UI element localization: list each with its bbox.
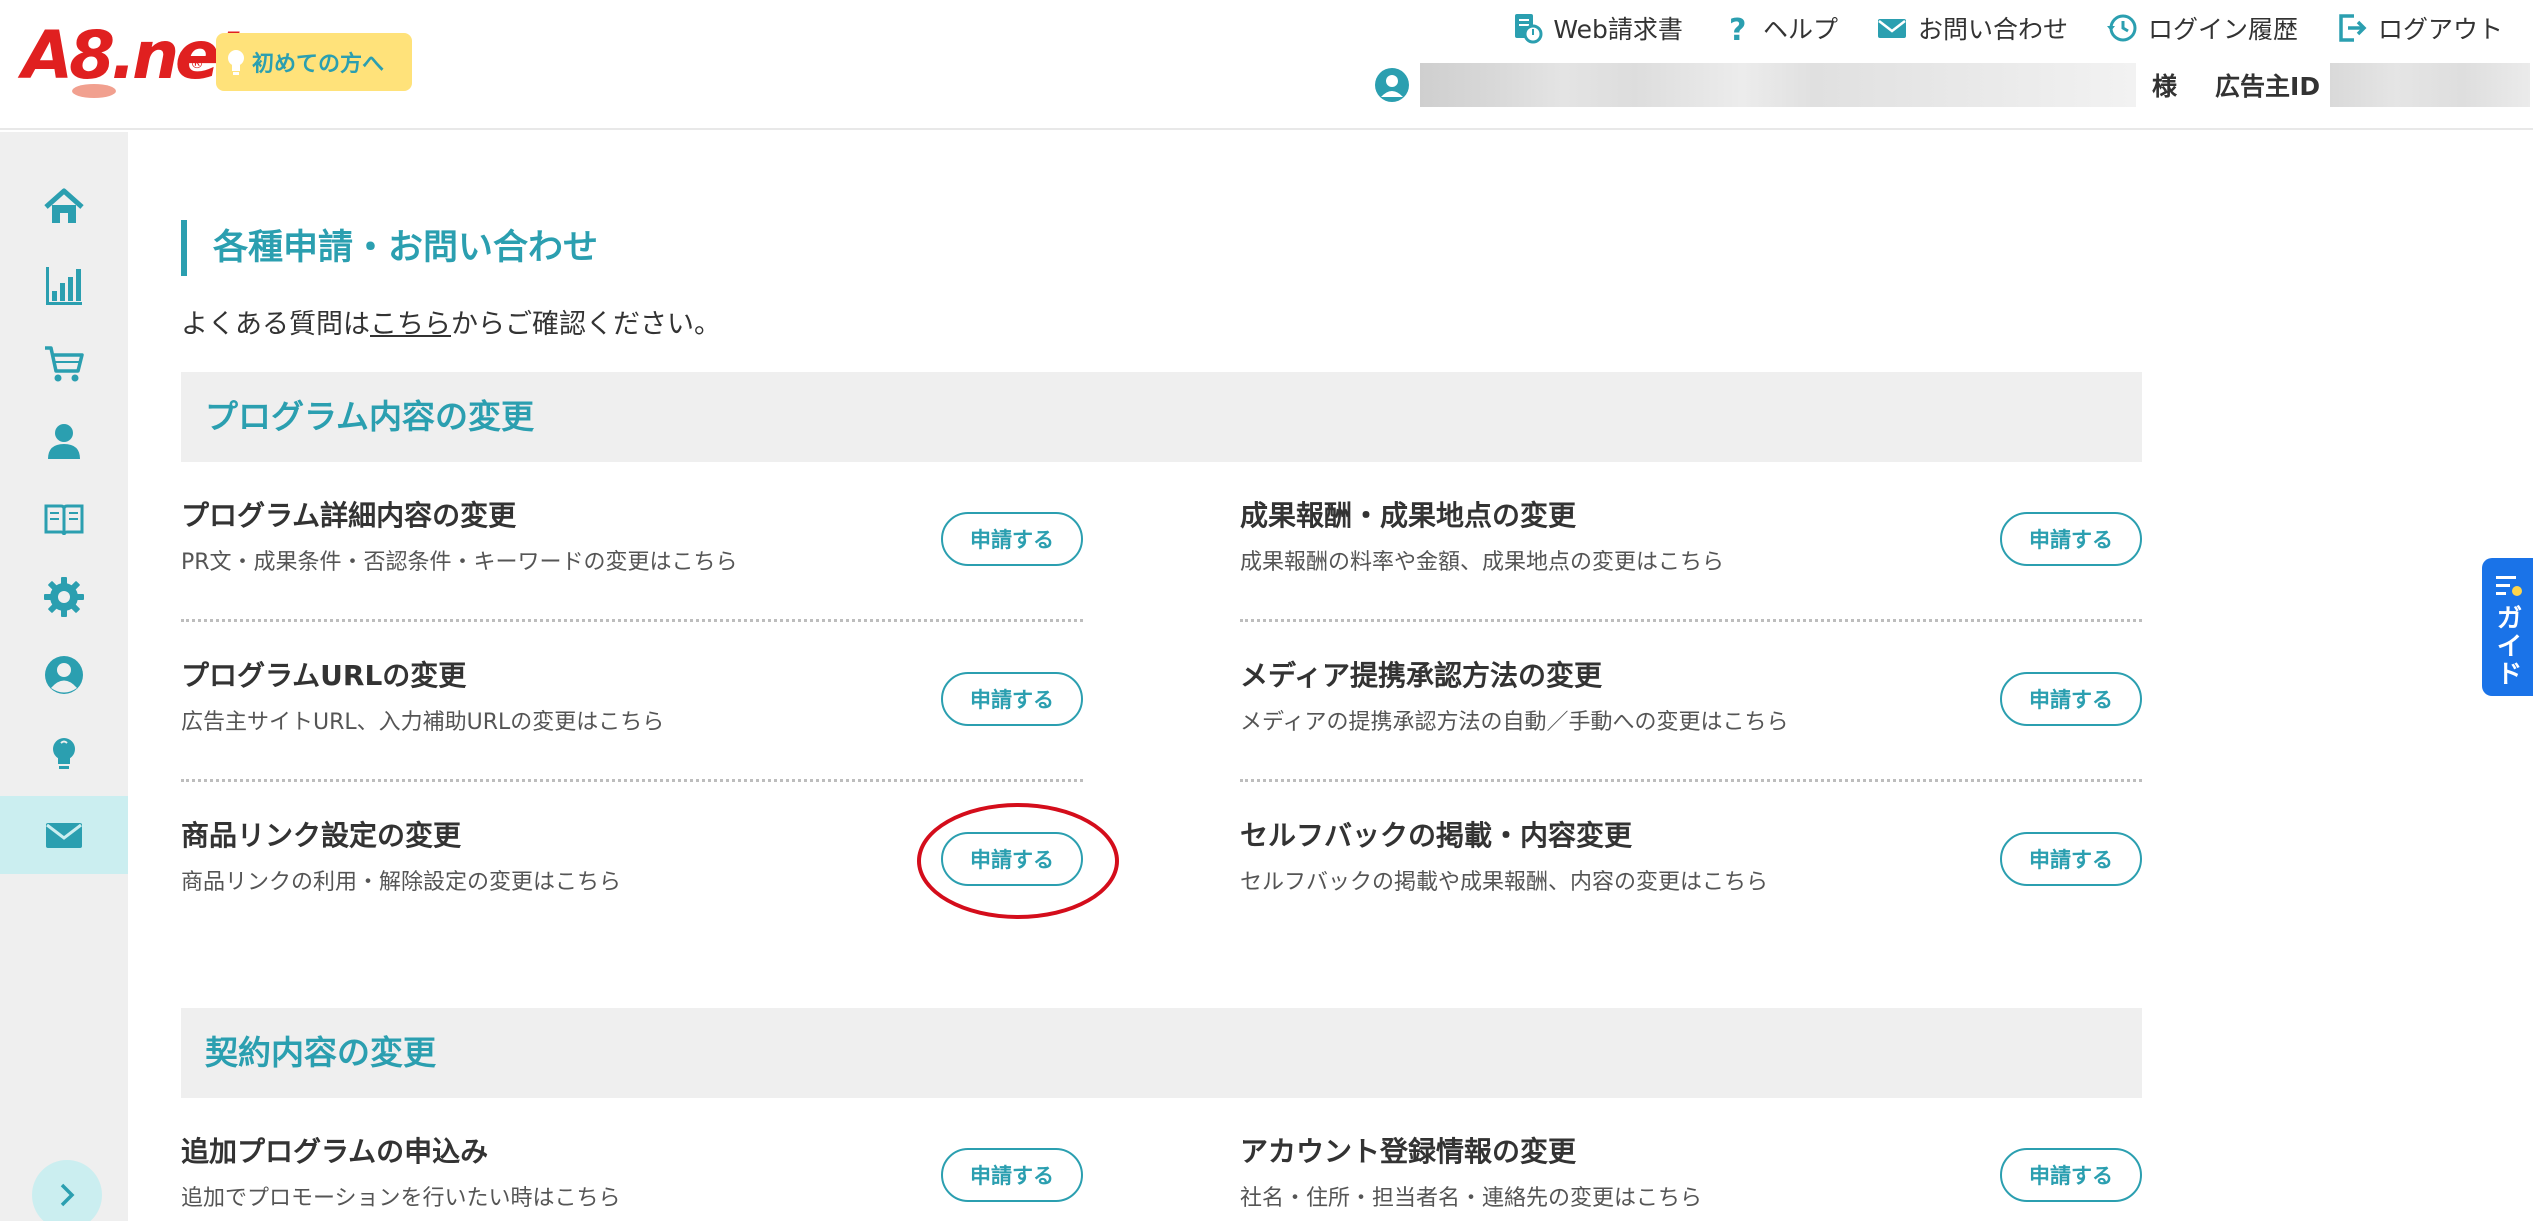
- faq-notice: よくある質問はこちらからご確認ください。: [181, 302, 721, 341]
- item-title: プログラムURLの変更: [181, 659, 467, 692]
- apply-button[interactable]: 申請する: [941, 1148, 1083, 1202]
- question-icon: ?: [1729, 13, 1746, 44]
- sidebar-item-settings[interactable]: [0, 558, 128, 636]
- item-title: 成果報酬・成果地点の変更: [1240, 499, 1577, 532]
- sidebar-item-media[interactable]: [0, 402, 128, 480]
- sidebar-item-home[interactable]: [0, 168, 128, 246]
- application-item: アカウント登録情報の変更 社名・住所・担当者名・連絡先の変更はこちら 申請する: [1240, 1098, 2142, 1221]
- contact-link[interactable]: お問い合わせ: [1876, 10, 2068, 46]
- section-program-changes: プログラム内容の変更: [181, 372, 2142, 462]
- item-title: セルフバックの掲載・内容変更: [1240, 819, 1633, 852]
- account-icon: [45, 656, 83, 694]
- sidebar-item-guide-book[interactable]: [0, 480, 128, 558]
- item-description: 社名・住所・担当者名・連絡先の変更はこちら: [1240, 1186, 1703, 1211]
- item-description: 広告主サイトURL、入力補助URLの変更はこちら: [181, 710, 665, 735]
- mail-icon: [46, 823, 82, 848]
- sidebar-item-reports[interactable]: [0, 246, 128, 324]
- faq-text-after: からご確認ください。: [451, 309, 721, 340]
- invoice-icon: [1515, 14, 1543, 44]
- lightbulb-icon: [228, 50, 244, 75]
- apply-button[interactable]: 申請する: [941, 672, 1083, 726]
- page-title: 各種申請・お問い合わせ: [181, 220, 598, 276]
- faq-link[interactable]: こちら: [370, 309, 451, 340]
- guide-tab[interactable]: ガイド: [2482, 558, 2533, 696]
- application-item: 成果報酬・成果地点の変更 成果報酬の料率や金額、成果地点の変更はこちら 申請する: [1240, 462, 2142, 622]
- logout-icon: [2339, 14, 2367, 42]
- book-icon: [44, 504, 84, 536]
- header: A8.net ® 初めての方へ Web請求書 ? ヘルプ お問い合わせ ログイン…: [0, 0, 2533, 130]
- first-time-button[interactable]: 初めての方へ: [216, 33, 412, 91]
- invoice-link[interactable]: Web請求書: [1511, 10, 1683, 46]
- apply-button[interactable]: 申請する: [2000, 512, 2142, 566]
- application-item: 追加プログラムの申込み 追加でプロモーションを行いたい時はこちら 申請する: [181, 1098, 1083, 1221]
- apply-button[interactable]: 申請する: [2000, 832, 2142, 886]
- application-item: プログラム詳細内容の変更 PR文・成果条件・否認条件・キーワードの変更はこちら …: [181, 462, 1083, 622]
- apply-button[interactable]: 申請する: [941, 512, 1083, 566]
- logout-link[interactable]: ログアウト: [2336, 10, 2503, 46]
- person-icon: [48, 424, 80, 459]
- item-description: 成果報酬の料率や金額、成果地点の変更はこちら: [1240, 550, 1725, 575]
- item-title: プログラム詳細内容の変更: [181, 499, 517, 532]
- guide-list-icon: [2495, 576, 2522, 596]
- home-icon: [44, 188, 84, 223]
- section-title: プログラム内容の変更: [205, 397, 535, 436]
- first-time-label: 初めての方へ: [252, 52, 385, 77]
- help-link[interactable]: ? ヘルプ: [1721, 10, 1838, 46]
- sidebar-item-products[interactable]: [0, 324, 128, 402]
- gear-icon: [44, 577, 84, 617]
- item-description: 追加でプロモーションを行いたい時はこちら: [181, 1186, 621, 1211]
- application-item: 商品リンク設定の変更 商品リンクの利用・解除設定の変更はこちら 申請する: [181, 782, 1083, 942]
- user-info: 様 広告主ID: [1374, 62, 2531, 108]
- contact-label: お問い合わせ: [1917, 15, 2068, 44]
- item-title: アカウント登録情報の変更: [1240, 1135, 1577, 1168]
- chart-icon: [46, 267, 82, 305]
- user-suffix: 様: [2152, 72, 2178, 101]
- login-history-link[interactable]: ログイン履歴: [2106, 10, 2298, 46]
- item-description: PR文・成果条件・否認条件・キーワードの変更はこちら: [181, 550, 738, 575]
- advertiser-id-label: 広告主ID: [2215, 72, 2321, 101]
- logo-text: A8.net: [22, 17, 247, 94]
- item-title: 商品リンク設定の変更: [181, 819, 462, 852]
- item-title: 追加プログラムの申込み: [181, 1135, 489, 1168]
- sidebar-item-contact[interactable]: [0, 796, 128, 874]
- svg-text:?: ?: [1729, 13, 1746, 44]
- apply-button[interactable]: 申請する: [941, 832, 1083, 886]
- history-icon: [2106, 14, 2137, 42]
- top-links: Web請求書 ? ヘルプ お問い合わせ ログイン履歴 ログアウト: [1511, 8, 2503, 48]
- sidebar-expand-button[interactable]: [32, 1160, 102, 1221]
- item-title: メディア提携承認方法の変更: [1240, 659, 1603, 692]
- chevron-right-icon: [60, 1183, 75, 1207]
- a8net-logo[interactable]: A8.net ®: [22, 16, 247, 106]
- sidebar-item-account[interactable]: [0, 636, 128, 714]
- registered-mark: ®: [190, 56, 204, 72]
- user-avatar-icon: [1375, 68, 1409, 102]
- apply-button[interactable]: 申請する: [2000, 1148, 2142, 1202]
- logout-label: ログアウト: [2377, 15, 2503, 44]
- application-item: プログラムURLの変更 広告主サイトURL、入力補助URLの変更はこちら 申請す…: [181, 622, 1083, 782]
- faq-text-before: よくある質問は: [181, 309, 370, 340]
- sidebar-item-tips[interactable]: [0, 714, 128, 792]
- item-description: 商品リンクの利用・解除設定の変更はこちら: [181, 870, 622, 895]
- application-item: メディア提携承認方法の変更 メディアの提携承認方法の自動／手動への変更はこちら …: [1240, 622, 2142, 782]
- section-contract-changes: 契約内容の変更: [181, 1008, 2142, 1098]
- section-title: 契約内容の変更: [205, 1033, 436, 1072]
- sidebar: [0, 132, 128, 1221]
- application-item: セルフバックの掲載・内容変更 セルフバックの掲載や成果報酬、内容の変更はこちら …: [1240, 782, 2142, 942]
- invoice-label: Web請求書: [1553, 15, 1683, 44]
- item-description: セルフバックの掲載や成果報酬、内容の変更はこちら: [1240, 870, 1769, 895]
- login-history-label: ログイン履歴: [2147, 15, 2298, 44]
- cart-icon: [45, 346, 84, 382]
- apply-button[interactable]: 申請する: [2000, 672, 2142, 726]
- mail-icon: [1877, 19, 1906, 38]
- redacted-user-name: [1420, 63, 2136, 107]
- lightbulb-icon: [53, 738, 75, 769]
- redacted-advertiser-id: [2330, 63, 2531, 107]
- item-description: メディアの提携承認方法の自動／手動への変更はこちら: [1240, 710, 1789, 735]
- guide-label: ガイド: [2492, 604, 2522, 688]
- help-label: ヘルプ: [1762, 15, 1838, 44]
